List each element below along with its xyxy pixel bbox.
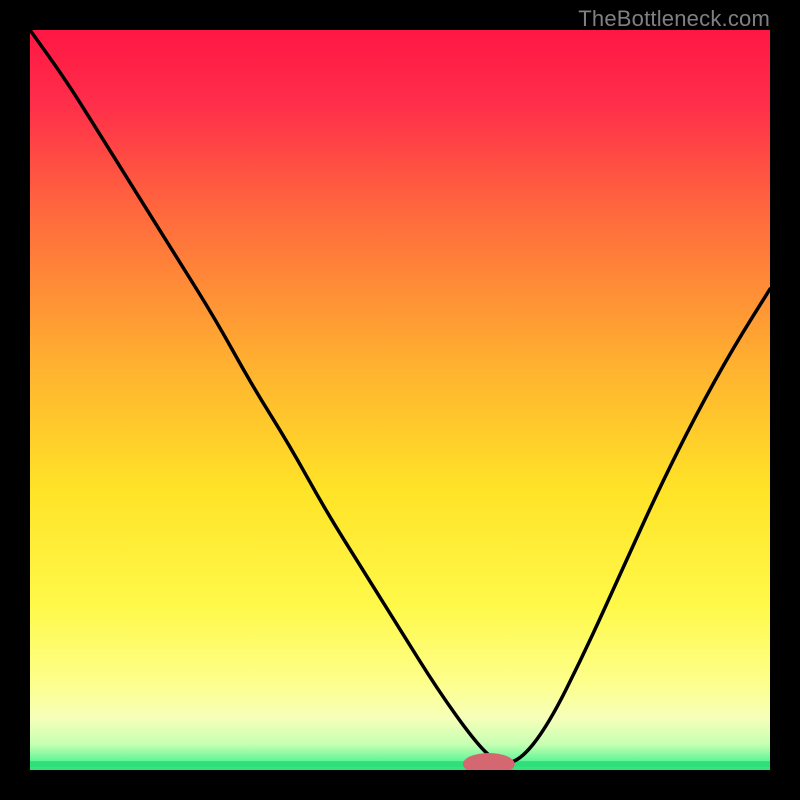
gradient-background [30, 30, 770, 770]
chart-svg [30, 30, 770, 770]
bottleneck-chart [30, 30, 770, 770]
watermark-text: TheBottleneck.com [578, 6, 770, 32]
